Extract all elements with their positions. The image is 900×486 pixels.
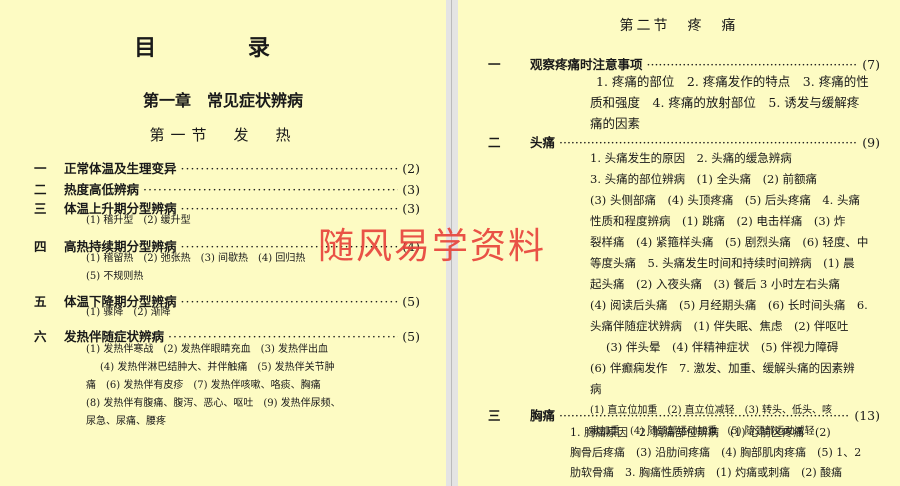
body-text: 1. 疼痛的部位 2. 疼痛发作的特点 3. 疼痛的性 质和强度 4. 疼痛的放射… <box>590 74 869 131</box>
section-heading: 第二节 疼 痛 <box>619 18 739 34</box>
chapter-heading: 第一章 常见症状辨病 <box>142 91 303 110</box>
sub-items: (1) 骤降 (2) 渐降 <box>86 307 171 318</box>
sub-items: (1) 发热伴寒战 (2) 发热伴眼睛充血 (3) 发热伴出血 <box>86 344 329 355</box>
sub-items: (8) 发热伴有腹痛、腹泻、恶心、呕吐 (9) 发热伴尿频、 <box>86 398 341 409</box>
toc-title: 目 录 <box>134 35 312 61</box>
body-text: 1. 胸痛原因 2. 胸痛部位辨病 (1) 心前区疼痛 (2) 胸骨后疼痛 (3… <box>570 426 862 479</box>
watermark-text: 随风易学资料 <box>318 226 547 267</box>
sub-items: (5) 不规则热 <box>86 271 144 282</box>
toc-entry: 二热度高低辨病(3) <box>34 179 420 198</box>
sub-items: 痛 (6) 发热伴有皮疹 (7) 发热伴咳嗽、咯痰、胸痛 <box>86 380 321 391</box>
sub-items: 尿急、尿痛、腰疼 <box>86 416 166 427</box>
sub-items: (1) 稽留热 (2) 弛张热 (3) 间歇热 (4) 回归热 <box>86 253 306 264</box>
toc-entry: 三胸痛(13) <box>488 405 880 424</box>
sub-items: (4) 发热伴淋巴结肿大、并伴触痛 (5) 发热伴关节肿 <box>100 362 335 373</box>
sub-items: (1) 稽升型 (2) 缓升型 <box>86 215 191 226</box>
toc-entry: 一正常体温及生理变异(2) <box>34 158 420 177</box>
body-text: 1. 头痛发生的原因 2. 头痛的缓急辨病 3. 头痛的部位辨病 (1) 全头痛… <box>590 151 869 437</box>
section-heading: 第一节 发 热 <box>149 126 297 144</box>
